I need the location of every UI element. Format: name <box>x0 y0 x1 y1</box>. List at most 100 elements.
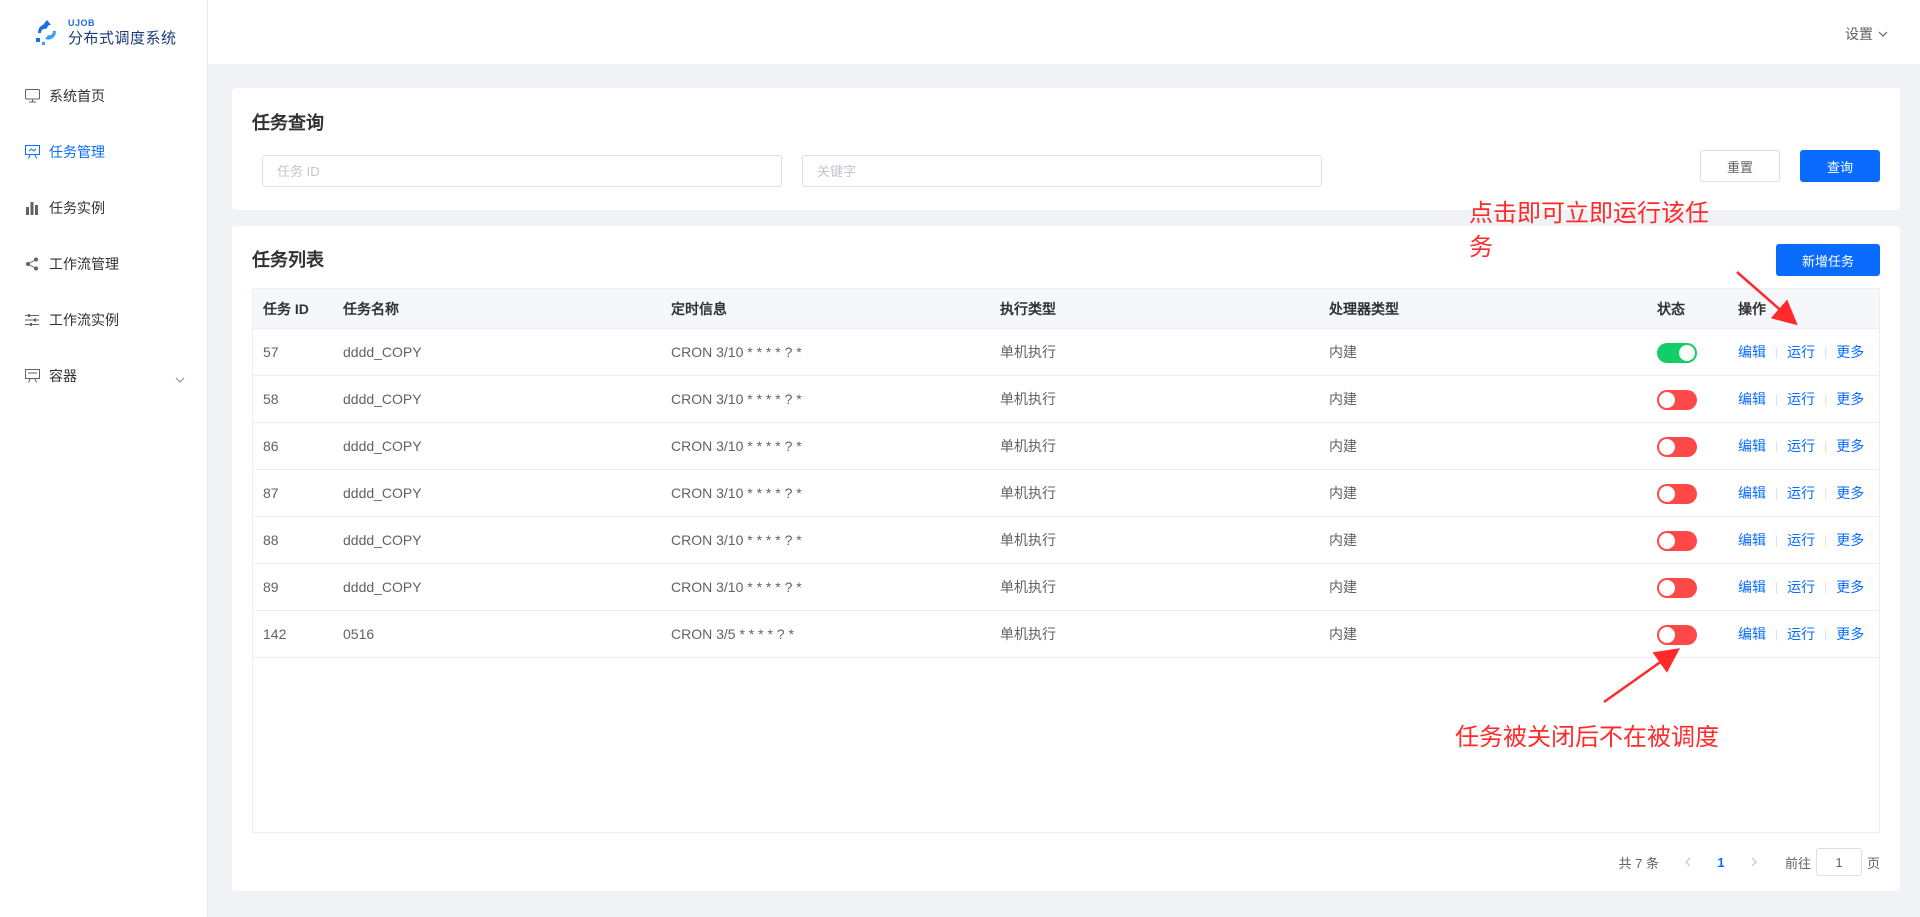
run-link[interactable]: 运行 <box>1787 483 1815 503</box>
logo-big-text: 分布式调度系统 <box>68 29 177 47</box>
status-toggle[interactable] <box>1657 531 1697 551</box>
logo-text: UJOB 分布式调度系统 <box>68 17 177 47</box>
cell-cron-info: CRON 3/10 * * * * ? * <box>671 391 802 407</box>
settings-dropdown[interactable]: 设置 <box>1845 24 1888 44</box>
edit-link[interactable]: 编辑 <box>1738 389 1766 409</box>
table-row: 87 dddd_COPY CRON 3/10 * * * * ? * 单机执行 内建 编辑… <box>253 470 1879 517</box>
more-link[interactable]: 更多 <box>1836 342 1864 362</box>
cell-exec-type: 单机执行 <box>1000 532 1056 548</box>
cell-exec-type: 单机执行 <box>1000 579 1056 595</box>
pagination-total: 共 7 条 <box>1618 855 1659 871</box>
edit-link[interactable]: 编辑 <box>1738 436 1766 456</box>
board-icon <box>24 144 40 160</box>
goto-page-input[interactable] <box>1815 848 1862 876</box>
logo-small-text: UJOB <box>68 17 96 28</box>
toggle-knob <box>1659 486 1675 502</box>
sidebar-item-home[interactable]: 系统首页 <box>0 68 207 124</box>
column-header-name[interactable]: 任务名称 <box>343 299 399 319</box>
cell-processor-type: 内建 <box>1329 391 1357 407</box>
run-link[interactable]: 运行 <box>1787 624 1815 644</box>
status-toggle[interactable] <box>1657 343 1697 363</box>
task-id-input[interactable] <box>262 155 782 187</box>
table-row: 86 dddd_COPY CRON 3/10 * * * * ? * 单机执行 内建 编辑… <box>253 423 1879 470</box>
status-toggle[interactable] <box>1657 484 1697 504</box>
column-header-actions[interactable]: 操作 <box>1738 299 1766 319</box>
cell-task-id: 87 <box>263 485 279 501</box>
cell-task-name: dddd_COPY <box>343 532 422 548</box>
table-header: 任务 ID 任务名称 定时信息 执行类型 处理器类型 状态 操作 <box>253 289 1879 329</box>
more-link[interactable]: 更多 <box>1836 577 1864 597</box>
column-header-exec-type[interactable]: 执行类型 <box>1000 299 1056 319</box>
search-button[interactable]: 查询 <box>1800 150 1880 182</box>
goto-prefix: 前往 <box>1784 855 1811 871</box>
status-toggle[interactable] <box>1657 390 1697 410</box>
edit-link[interactable]: 编辑 <box>1738 530 1766 550</box>
more-link[interactable]: 更多 <box>1836 530 1864 550</box>
divider: | <box>1824 392 1828 406</box>
edit-link[interactable]: 编辑 <box>1738 624 1766 644</box>
run-link[interactable]: 运行 <box>1787 342 1815 362</box>
run-link[interactable]: 运行 <box>1787 436 1815 456</box>
run-link[interactable]: 运行 <box>1787 577 1815 597</box>
cell-cron-info: CRON 3/10 * * * * ? * <box>671 438 802 454</box>
more-link[interactable]: 更多 <box>1836 389 1864 409</box>
cell-processor-type: 内建 <box>1329 626 1357 642</box>
run-link[interactable]: 运行 <box>1787 389 1815 409</box>
edit-link[interactable]: 编辑 <box>1738 577 1766 597</box>
status-toggle[interactable] <box>1657 625 1697 645</box>
more-link[interactable]: 更多 <box>1836 436 1864 456</box>
table-row: 89 dddd_COPY CRON 3/10 * * * * ? * 单机执行 内建 编辑… <box>253 564 1879 611</box>
next-page-button[interactable] <box>1741 848 1767 876</box>
top-header: 设置 <box>208 0 1920 64</box>
page-number[interactable]: 1 <box>1701 855 1741 870</box>
toggle-knob <box>1659 533 1675 549</box>
divider: | <box>1775 486 1779 500</box>
edit-link[interactable]: 编辑 <box>1738 342 1766 362</box>
prev-page-button[interactable] <box>1675 848 1701 876</box>
logo[interactable]: UJOB 分布式调度系统 <box>0 0 207 64</box>
row-actions: 编辑 | 运行 | 更多 <box>1738 530 1864 550</box>
run-link[interactable]: 运行 <box>1787 530 1815 550</box>
row-actions: 编辑 | 运行 | 更多 <box>1738 342 1864 362</box>
sidebar-menu: 系统首页 任务管理 任务实例 工作流管理 工作流实例 容器 <box>0 68 207 404</box>
keyword-input[interactable] <box>802 155 1322 187</box>
column-header-processor-type[interactable]: 处理器类型 <box>1329 299 1399 319</box>
more-link[interactable]: 更多 <box>1836 624 1864 644</box>
run-annotation-line: 务 <box>1469 234 1493 261</box>
sidebar-item-workflow-management[interactable]: 工作流管理 <box>0 236 207 292</box>
row-actions: 编辑 | 运行 | 更多 <box>1738 436 1864 456</box>
divider: | <box>1775 392 1779 406</box>
cell-processor-type: 内建 <box>1329 344 1357 360</box>
column-header-cron[interactable]: 定时信息 <box>671 299 727 319</box>
cell-exec-type: 单机执行 <box>1000 438 1056 454</box>
add-task-button[interactable]: 新增任务 <box>1776 244 1880 276</box>
task-list-card: 任务列表 新增任务 任务 ID 任务名称 定时信息 执行类型 处理器类型 状态 … <box>232 226 1900 891</box>
cell-processor-type: 内建 <box>1329 532 1357 548</box>
row-actions: 编辑 | 运行 | 更多 <box>1738 577 1864 597</box>
sidebar-item-workflow-instance[interactable]: 工作流实例 <box>0 292 207 348</box>
column-header-id[interactable]: 任务 ID <box>263 299 309 319</box>
sidebar-item-task-instance[interactable]: 任务实例 <box>0 180 207 236</box>
table-row: 88 dddd_COPY CRON 3/10 * * * * ? * 单机执行 内建 编辑… <box>253 517 1879 564</box>
cell-task-id: 88 <box>263 532 279 548</box>
sidebar-item-task-management[interactable]: 任务管理 <box>0 124 207 180</box>
logo-icon <box>32 17 62 47</box>
divider: | <box>1824 580 1828 594</box>
row-actions: 编辑 | 运行 | 更多 <box>1738 483 1864 503</box>
run-annotation-note: 点击即可立即运行该任 务 <box>1469 197 1733 265</box>
sidebar: UJOB 分布式调度系统 系统首页 任务管理 任务实例 工作流管理 工作流实例 … <box>0 0 208 917</box>
reset-button[interactable]: 重置 <box>1700 150 1780 182</box>
edit-link[interactable]: 编辑 <box>1738 483 1766 503</box>
table-body: 57 dddd_COPY CRON 3/10 * * * * ? * 单机执行 内建 编辑… <box>253 329 1879 658</box>
status-toggle[interactable] <box>1657 578 1697 598</box>
cell-exec-type: 单机执行 <box>1000 626 1056 642</box>
chevron-right-icon <box>1751 857 1757 867</box>
closed-annotation-note: 任务被关闭后不在被调度 <box>1455 724 1719 751</box>
column-header-status[interactable]: 状态 <box>1657 299 1685 319</box>
sidebar-item-label: 任务管理 <box>49 144 105 160</box>
row-actions: 编辑 | 运行 | 更多 <box>1738 389 1864 409</box>
status-toggle[interactable] <box>1657 437 1697 457</box>
sidebar-item-container[interactable]: 容器 <box>0 348 207 404</box>
table-row: 57 dddd_COPY CRON 3/10 * * * * ? * 单机执行 内建 编辑… <box>253 329 1879 376</box>
more-link[interactable]: 更多 <box>1836 483 1864 503</box>
